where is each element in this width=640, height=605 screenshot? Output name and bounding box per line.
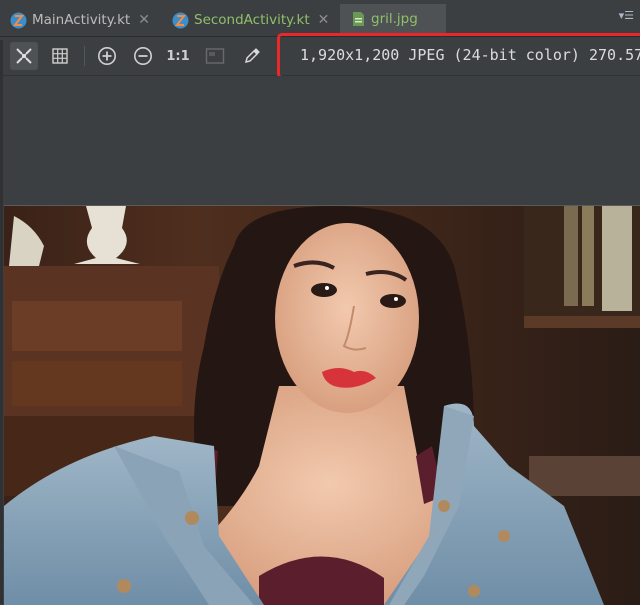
toolbar-separator	[84, 46, 85, 66]
zoom-out-icon	[134, 47, 152, 65]
zoom-out-button[interactable]	[129, 42, 157, 70]
color-picker-icon	[244, 48, 260, 64]
tab-list-icon[interactable]: ▾☰	[619, 9, 634, 22]
zoom-in-button[interactable]	[93, 42, 121, 70]
kotlin-file-icon	[172, 12, 189, 28]
zoom-in-icon	[98, 47, 116, 65]
portrait-photo	[4, 206, 640, 605]
tab-second-activity[interactable]: SecondActivity.kt ✕	[172, 4, 336, 36]
color-picker-button[interactable]	[238, 42, 266, 70]
tab-label: SecondActivity.kt	[194, 12, 310, 28]
tab-gril-jpg[interactable]: gril.jpg	[340, 4, 446, 36]
editor-tab-bar: MainActivity.kt ✕ SecondActivity.kt ✕ gr…	[0, 0, 640, 37]
tab-label: gril.jpg	[371, 10, 418, 27]
image-file-icon	[353, 11, 364, 26]
grid-icon	[52, 48, 68, 64]
fit-zoom-icon	[16, 48, 32, 64]
editor-left-gutter	[0, 40, 3, 604]
image-preview	[4, 205, 640, 605]
close-icon[interactable]: ✕	[138, 12, 150, 28]
grid-button[interactable]	[46, 42, 74, 70]
background-toggle-icon	[205, 48, 225, 64]
fit-zoom-button[interactable]	[10, 42, 38, 70]
background-toggle-button[interactable]	[201, 42, 229, 70]
tab-label: MainActivity.kt	[32, 12, 131, 28]
close-icon[interactable]: ✕	[318, 12, 330, 28]
tab-main-activity[interactable]: MainActivity.kt ✕	[10, 4, 172, 36]
kotlin-file-icon	[10, 12, 27, 28]
image-info-label: 1,920x1,200 JPEG (24-bit color) 270.57 k…	[300, 46, 640, 64]
actual-size-button[interactable]: 1:1	[164, 42, 192, 70]
